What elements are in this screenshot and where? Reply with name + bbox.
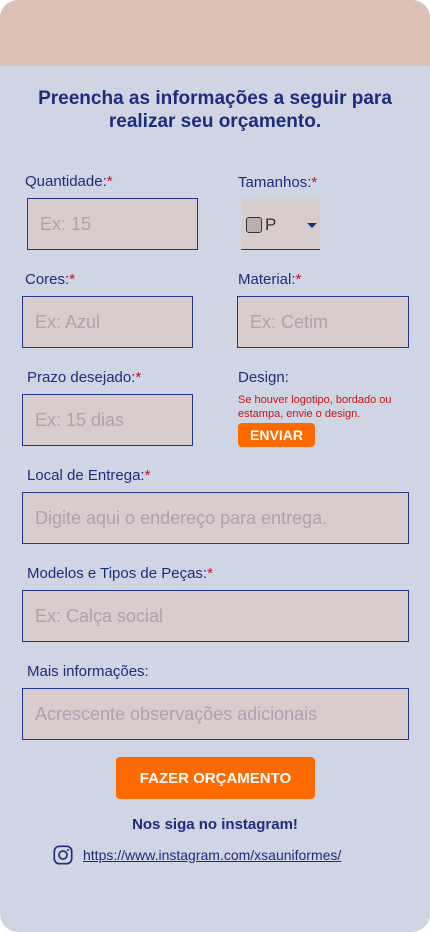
tamanhos-label: Tamanhos:* [238,174,318,191]
fazer-orcamento-button[interactable]: FAZER ORÇAMENTO [116,757,315,799]
required-mark: * [311,174,318,191]
modelos-input[interactable]: Ex: Calça social [22,590,409,642]
mais-informacoes-label: Mais informações: [27,663,149,680]
modelos-label: Modelos e Tipos de Peças:* [27,565,213,582]
required-mark: * [144,467,151,484]
local-entrega-label: Local de Entrega:* [27,467,151,484]
prazo-label: Prazo desejado:* [27,369,142,386]
tamanhos-select[interactable]: P [241,199,320,250]
instagram-row: https://www.instagram.com/xsauniformes/ [52,844,341,866]
required-mark: * [295,271,302,288]
cores-label: Cores:* [25,271,76,288]
prazo-input[interactable]: Ex: 15 dias [22,394,193,446]
material-input[interactable]: Ex: Cetim [237,296,409,348]
tamanhos-selected-value: P [265,215,277,234]
chevron-down-icon[interactable] [307,223,317,228]
form-heading: Preencha as informações a seguir para re… [38,88,392,132]
design-note: Se houver logotipo, bordado ou estampa, … [238,394,392,420]
instagram-follow-text: Nos siga no instagram! [132,816,298,833]
quantidade-input[interactable]: Ex: 15 [27,198,198,250]
design-label: Design: [238,369,289,386]
screen: Preencha as informações a seguir para re… [0,0,430,932]
mais-informacoes-input[interactable]: Acrescente observações adicionais [22,688,409,740]
required-mark: * [106,173,113,190]
required-mark: * [135,369,142,386]
quantidade-label: Quantidade:* [25,173,113,190]
instagram-link[interactable]: https://www.instagram.com/xsauniformes/ [83,847,341,863]
local-entrega-input[interactable]: Digite aqui o endereço para entrega. [22,492,409,544]
checkbox-icon[interactable] [246,217,262,233]
instagram-icon[interactable] [52,844,74,866]
required-mark: * [69,271,76,288]
required-mark: * [207,565,213,582]
cores-input[interactable]: Ex: Azul [22,296,193,348]
enviar-button[interactable]: ENVIAR [238,423,315,447]
top-bar [0,0,430,66]
material-label: Material:* [238,271,302,288]
